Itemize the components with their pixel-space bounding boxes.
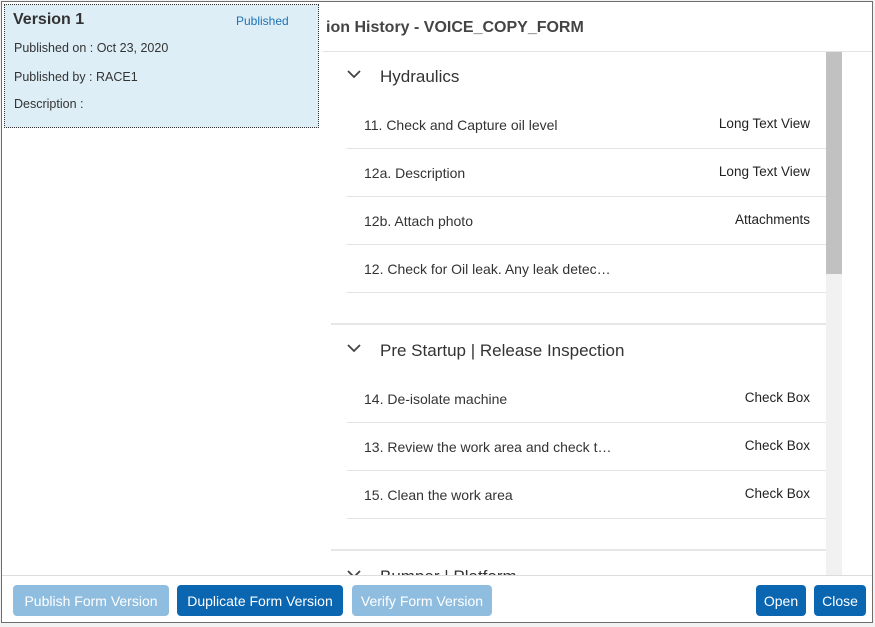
list-item[interactable]: 12. Check for Oil leak. Any leak detec…	[347, 245, 826, 293]
dialog-header: ion History - VOICE_COPY_FORM	[323, 2, 872, 52]
item-type: Check Box	[744, 486, 810, 501]
section-divider	[331, 549, 826, 551]
close-button[interactable]: Close	[814, 585, 866, 616]
version-detail-pane: ion History - VOICE_COPY_FORM Hydraulics…	[323, 2, 872, 575]
section-title: Pre Startup | Release Inspection	[380, 341, 625, 360]
list-item[interactable]: 12b. Attach photo Attachments	[347, 197, 826, 245]
list-item[interactable]: 14. De-isolate machine Check Box	[347, 375, 826, 423]
list-item[interactable]: 11. Check and Capture oil level Long Tex…	[347, 101, 826, 149]
item-type: Long Text View	[718, 164, 810, 179]
section-list[interactable]: Hydraulics 11. Check and Capture oil lev…	[323, 52, 840, 575]
scrollbar-thumb[interactable]	[826, 52, 842, 274]
version-list-pane: Version 1 Published Published on : Oct 2…	[2, 2, 324, 575]
chevron-down-icon[interactable]	[347, 69, 361, 79]
section-title: Bumper | Platform	[380, 567, 517, 575]
item-type: Attachments	[734, 212, 810, 227]
chevron-down-icon[interactable]	[347, 343, 361, 353]
published-on-text: Published on : Oct 23, 2020	[14, 41, 169, 55]
open-button[interactable]: Open	[756, 585, 806, 616]
publish-form-version-button[interactable]: Publish Form Version	[13, 585, 169, 616]
dialog-title: ion History - VOICE_COPY_FORM	[326, 19, 584, 36]
item-label: 15. Clean the work area	[364, 487, 513, 503]
version-history-dialog: Version 1 Published Published on : Oct 2…	[1, 1, 873, 623]
item-label: 12a. Description	[364, 165, 466, 181]
verify-form-version-button[interactable]: Verify Form Version	[352, 585, 492, 616]
item-label: 14. De-isolate machine	[364, 391, 508, 407]
version-title: Version 1	[13, 11, 85, 28]
item-type: Check Box	[744, 390, 810, 405]
item-type: Check Box	[744, 438, 810, 453]
status-badge: Published	[236, 14, 289, 28]
section-hydraulics: Hydraulics 11. Check and Capture oil lev…	[331, 53, 826, 293]
duplicate-form-version-button[interactable]: Duplicate Form Version	[177, 585, 343, 616]
section-divider	[331, 323, 826, 325]
description-text: Description :	[14, 97, 84, 111]
section-title: Hydraulics	[380, 67, 460, 86]
section-pre-startup: Pre Startup | Release Inspection 14. De-…	[331, 327, 826, 519]
item-type: Long Text View	[718, 116, 810, 131]
section-header[interactable]: Pre Startup | Release Inspection	[331, 327, 826, 375]
item-label: 13. Review the work area and check t…	[364, 439, 612, 455]
section-header[interactable]: Bumper | Platform	[331, 553, 826, 575]
item-label: 12b. Attach photo	[364, 213, 473, 229]
section-header[interactable]: Hydraulics	[331, 53, 826, 101]
section-bumper-platform: Bumper | Platform	[331, 553, 826, 575]
dialog-footer: Publish Form Version Duplicate Form Vers…	[2, 575, 872, 622]
list-item[interactable]: 12a. Description Long Text View	[347, 149, 826, 197]
item-label: 11. Check and Capture oil level	[364, 117, 558, 133]
published-by-text: Published by : RACE1	[14, 70, 138, 84]
version-card[interactable]: Version 1 Published Published on : Oct 2…	[4, 4, 319, 128]
list-item[interactable]: 13. Review the work area and check t… Ch…	[347, 423, 826, 471]
item-label: 12. Check for Oil leak. Any leak detec…	[364, 261, 611, 277]
list-item[interactable]: 15. Clean the work area Check Box	[347, 471, 826, 519]
